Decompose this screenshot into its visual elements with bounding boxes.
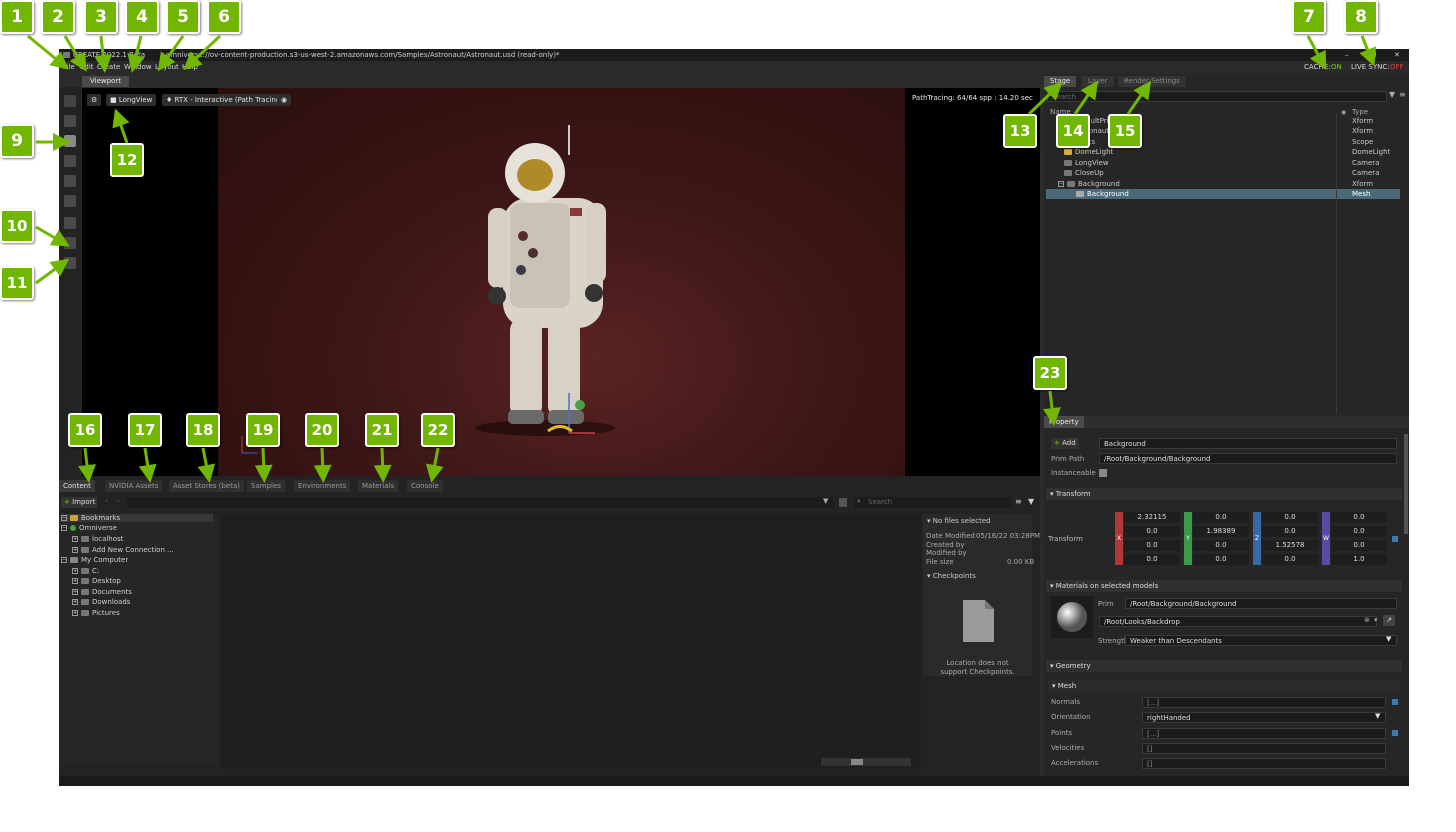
- callout-arrows: [27, 34, 1376, 483]
